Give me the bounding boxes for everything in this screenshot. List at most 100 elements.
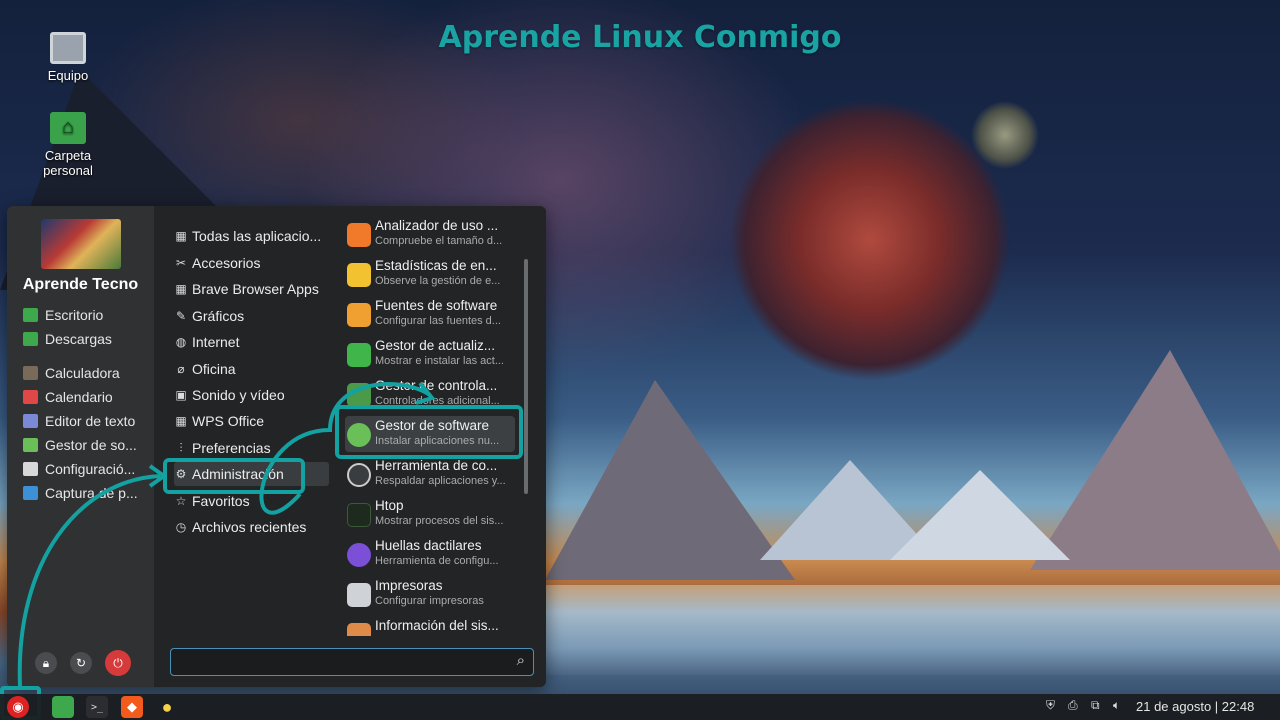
favorite-editor-de-texto[interactable]: Editor de texto bbox=[23, 410, 135, 432]
driver-manager-icon bbox=[347, 383, 371, 407]
app-description: Mostrar procesos del sis... bbox=[375, 515, 504, 527]
shield-icon[interactable]: ⛨ bbox=[1046, 698, 1055, 713]
app-gestor-de-actualizaciones[interactable]: Gestor de actualiz... Mostrar e instalar… bbox=[345, 336, 515, 372]
calculator-icon bbox=[23, 366, 38, 380]
desktop-icon-label: Equipo bbox=[47, 68, 89, 83]
app-name: Htop bbox=[375, 498, 404, 513]
category-label: WPS Office bbox=[192, 413, 265, 429]
taskbar-brave[interactable]: ◆ bbox=[121, 696, 143, 718]
favorite-configuracion[interactable]: Configuració... bbox=[23, 458, 135, 480]
desktop-icon-carpeta-personal[interactable]: Carpeta personal bbox=[28, 112, 108, 178]
app-name: Huellas dactilares bbox=[375, 538, 482, 553]
category-label: Gráficos bbox=[192, 308, 245, 324]
app-impresoras[interactable]: Impresoras Configurar impresoras bbox=[345, 576, 515, 612]
software-manager-icon bbox=[23, 438, 38, 452]
disk-usage-icon bbox=[347, 223, 371, 247]
search-input[interactable] bbox=[179, 653, 499, 671]
app-description: Configurar impresoras bbox=[375, 595, 484, 607]
app-herramienta-de-copias[interactable]: Herramienta de co... Respaldar aplicacio… bbox=[345, 456, 515, 492]
clock[interactable]: 21 de agosto | 22:48 bbox=[1136, 699, 1254, 714]
logout-button[interactable]: ↻ bbox=[70, 652, 92, 674]
text-editor-icon bbox=[23, 414, 38, 428]
computer-icon bbox=[50, 32, 86, 64]
app-description: Observe la gestión de e... bbox=[375, 275, 501, 287]
category-oficina[interactable]: ⌀ Oficina bbox=[174, 357, 329, 381]
power-stats-icon bbox=[347, 263, 371, 287]
desktop-folder-icon bbox=[23, 308, 38, 322]
app-name: Gestor de actualiz... bbox=[375, 338, 496, 353]
lightbulb-icon: ● bbox=[161, 696, 173, 717]
search-icon: ⌕ bbox=[516, 652, 525, 669]
place-escritorio[interactable]: Escritorio bbox=[23, 304, 103, 326]
taskbar-files[interactable] bbox=[52, 696, 74, 718]
category-preferencias[interactable]: ⫶ Preferencias bbox=[174, 436, 329, 460]
app-huellas-dactilares[interactable]: Huellas dactilares Herramienta de config… bbox=[345, 536, 515, 572]
category-archivos-recientes[interactable]: ◷ Archivos recientes bbox=[174, 515, 329, 539]
brush-icon: ✎ bbox=[175, 309, 187, 323]
software-sources-icon bbox=[347, 303, 371, 327]
app-informacion-del-sistema[interactable]: Información del sis... bbox=[345, 616, 515, 636]
app-description: Configurar las fuentes d... bbox=[375, 315, 501, 327]
app-fuentes-de-software[interactable]: Fuentes de software Configurar las fuent… bbox=[345, 296, 515, 332]
category-label: Archivos recientes bbox=[192, 519, 307, 535]
printer-tray-icon[interactable]: ⎙ bbox=[1068, 698, 1078, 713]
taskbar-lightbulb[interactable]: ● bbox=[156, 696, 178, 718]
category-label: Sonido y vídeo bbox=[192, 387, 285, 403]
background-mountain bbox=[890, 470, 1070, 560]
app-name: Gestor de controla... bbox=[375, 378, 498, 393]
place-label: Escritorio bbox=[45, 307, 104, 323]
globe-icon: ◍ bbox=[175, 335, 187, 349]
favorite-label: Gestor de so... bbox=[45, 437, 137, 453]
background-mountain bbox=[545, 380, 795, 580]
category-label: Accesorios bbox=[192, 255, 261, 271]
lock-screen-button[interactable]: 🔒︎ bbox=[35, 652, 57, 674]
app-description: Mostrar e instalar las act... bbox=[375, 355, 504, 367]
favorite-label: Calculadora bbox=[45, 365, 120, 381]
highlight-gestor-de-software bbox=[335, 405, 523, 459]
lock-icon: 🔒︎ bbox=[42, 655, 50, 670]
app-name: Fuentes de software bbox=[375, 298, 498, 313]
background-lake bbox=[545, 585, 1280, 675]
search-box[interactable]: ⌕ bbox=[170, 648, 534, 676]
app-description: Respaldar aplicaciones y... bbox=[375, 475, 506, 487]
settings-icon bbox=[23, 462, 38, 476]
screenshot-icon bbox=[23, 486, 38, 500]
app-estadisticas-energia[interactable]: Estadísticas de en... Observe la gestión… bbox=[345, 256, 515, 292]
power-button[interactable]: ⏻ bbox=[105, 650, 131, 676]
downloads-folder-icon bbox=[23, 332, 38, 346]
category-label: Internet bbox=[192, 334, 240, 350]
app-name: Información del sis... bbox=[375, 618, 499, 633]
category-internet[interactable]: ◍ Internet bbox=[174, 330, 329, 354]
category-brave-apps[interactable]: ▦ Brave Browser Apps bbox=[174, 277, 329, 301]
favorite-gestor-de-software[interactable]: Gestor de so... bbox=[23, 434, 137, 456]
grid-icon: ▦ bbox=[175, 229, 187, 243]
category-sonido-video[interactable]: ▣ Sonido y vídeo bbox=[174, 383, 329, 407]
avatar[interactable] bbox=[41, 219, 121, 269]
volume-icon[interactable]: 🔈︎ bbox=[1113, 698, 1120, 713]
favorite-calendario[interactable]: Calendario bbox=[23, 386, 113, 408]
favorite-captura-de-pantalla[interactable]: Captura de p... bbox=[23, 482, 138, 504]
grid-icon: ▦ bbox=[175, 414, 187, 428]
category-graficos[interactable]: ✎ Gráficos bbox=[174, 304, 329, 328]
menu-button[interactable]: ◉ bbox=[7, 696, 29, 718]
network-icon[interactable]: ⧉ bbox=[1091, 698, 1100, 713]
category-wps-office[interactable]: ▦ WPS Office bbox=[174, 409, 329, 433]
category-accesorios[interactable]: ✂ Accesorios bbox=[174, 251, 329, 275]
highlight-administracion bbox=[163, 458, 305, 494]
apps-scrollbar[interactable] bbox=[524, 259, 528, 494]
app-name: Analizador de uso ... bbox=[375, 218, 499, 233]
printer-icon bbox=[347, 583, 371, 607]
category-label: Todas las aplicacio... bbox=[192, 228, 322, 244]
history-icon: ◷ bbox=[175, 520, 187, 534]
app-htop[interactable]: Htop Mostrar procesos del sis... bbox=[345, 496, 515, 532]
place-descargas[interactable]: Descargas bbox=[23, 328, 112, 350]
desktop-icon-label: Carpeta personal bbox=[43, 148, 93, 178]
category-todas[interactable]: ▦ Todas las aplicacio... bbox=[174, 224, 329, 248]
app-name: Estadísticas de en... bbox=[375, 258, 497, 273]
app-analizador-de-uso[interactable]: Analizador de uso ... Compruebe el tamañ… bbox=[345, 216, 515, 252]
app-description: Herramienta de configu... bbox=[375, 555, 499, 567]
desktop-icon-equipo[interactable]: Equipo bbox=[28, 32, 108, 83]
favorite-calculadora[interactable]: Calculadora bbox=[23, 362, 120, 384]
home-folder-icon bbox=[50, 112, 86, 144]
taskbar-terminal[interactable]: >_ bbox=[86, 696, 108, 718]
